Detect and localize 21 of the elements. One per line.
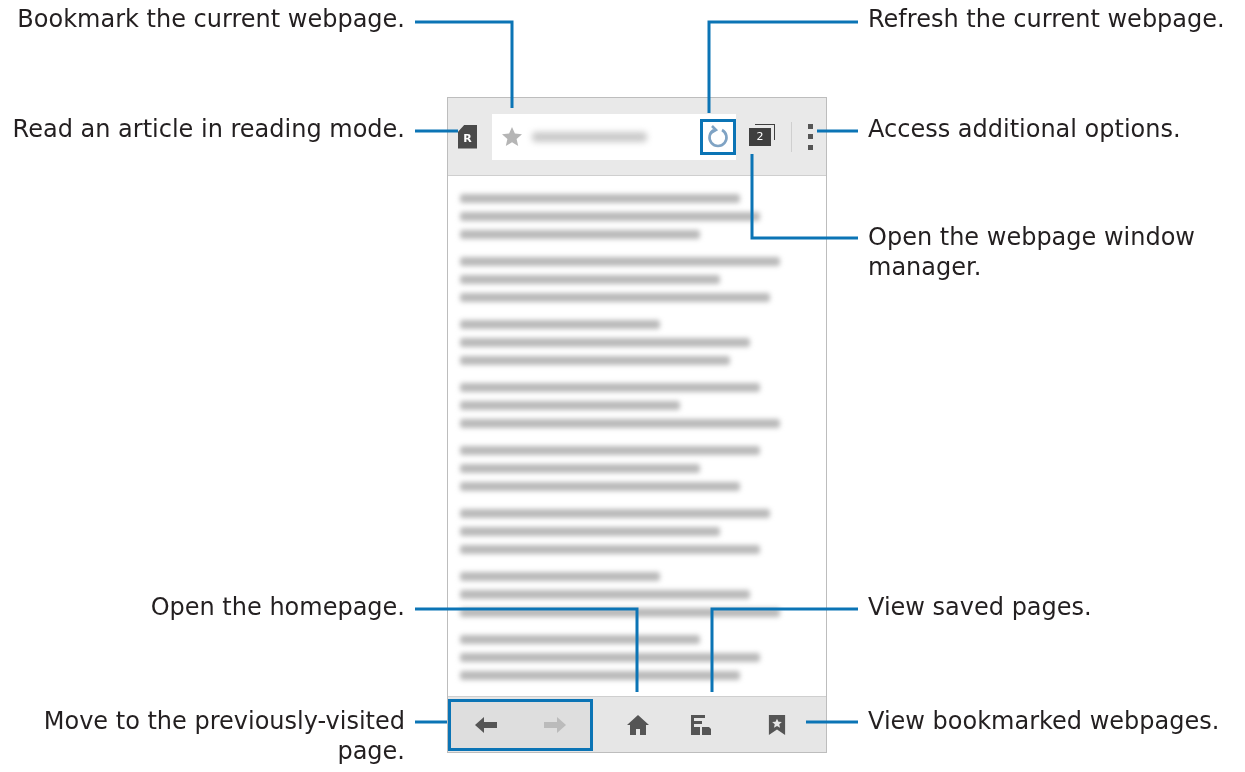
leader-line <box>415 129 458 133</box>
leader-line <box>817 129 858 133</box>
callout-text: Bookmark the current webpage. <box>17 4 405 34</box>
home-icon[interactable] <box>626 713 650 736</box>
saved-pages-icon[interactable] <box>690 713 712 736</box>
reader-mode-button[interactable]: R <box>458 124 477 149</box>
address-field[interactable] <box>492 113 736 160</box>
callout-text: View saved pages. <box>868 592 1092 622</box>
callout-text: Open the homepage. <box>150 592 405 622</box>
callout-text: Read an article in reading mode. <box>12 114 405 144</box>
callout-text: Move to the previously-visited page. <box>42 706 405 766</box>
callout-text: Access additional options. <box>868 114 1181 144</box>
leader-line <box>806 720 858 724</box>
callout-text: Refresh the current webpage. <box>868 4 1225 34</box>
refresh-button[interactable] <box>700 118 736 155</box>
bookmark-list-icon[interactable] <box>768 713 786 736</box>
more-options-icon[interactable] <box>808 123 814 150</box>
back-arrow-icon[interactable] <box>473 714 498 735</box>
refresh-icon <box>706 123 730 150</box>
callout-text: Open the webpage window manager. <box>868 222 1196 282</box>
callout-text: View bookmarked webpages. <box>868 706 1220 736</box>
